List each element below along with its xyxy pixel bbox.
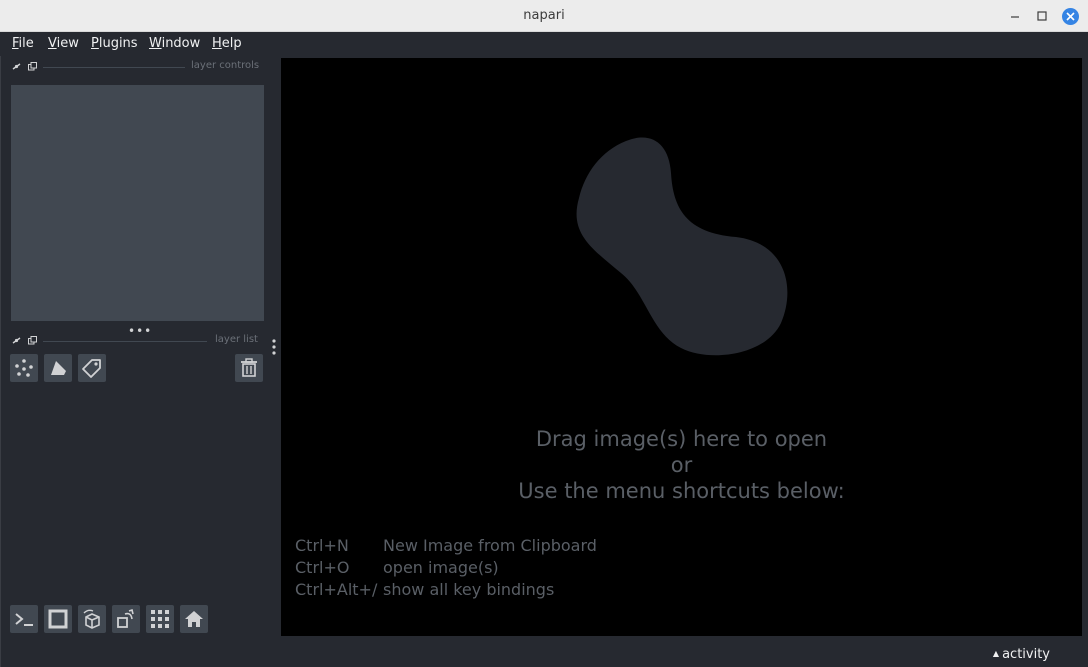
- welcome-line-3: Use the menu shortcuts below:: [518, 479, 845, 503]
- more-options-icon[interactable]: [272, 338, 276, 356]
- dock-close-icon[interactable]: [12, 62, 21, 71]
- menu-window[interactable]: Window: [149, 36, 200, 51]
- status-bar: ▲ activity: [0, 642, 1088, 667]
- minimize-button[interactable]: [1005, 6, 1025, 26]
- layer-list-label: layer list: [215, 334, 258, 345]
- transpose-button[interactable]: [112, 605, 140, 633]
- home-button[interactable]: [180, 605, 208, 633]
- menu-plugins[interactable]: Plugins: [91, 36, 138, 51]
- close-icon: [1065, 11, 1075, 21]
- console-button[interactable]: [10, 605, 38, 633]
- new-labels-icon: [82, 359, 101, 378]
- menu-file[interactable]: File: [12, 36, 34, 51]
- delete-layer-button[interactable]: [235, 354, 263, 382]
- new-points-button[interactable]: [10, 354, 38, 382]
- new-points-icon: [15, 359, 33, 377]
- layer-controls-label: layer controls: [191, 60, 260, 71]
- shortcut-key: Ctrl+O: [295, 558, 350, 577]
- shortcut-key: Ctrl+N: [295, 536, 349, 555]
- menu-view[interactable]: View: [48, 36, 79, 51]
- trash-icon: [241, 358, 257, 377]
- grid-button[interactable]: [146, 605, 174, 633]
- ndisplay-button[interactable]: [44, 605, 72, 633]
- welcome-line-2: or: [670, 453, 693, 477]
- maximize-button[interactable]: [1032, 6, 1052, 26]
- viewer-canvas[interactable]: Drag image(s) here to open or Use the me…: [281, 58, 1082, 636]
- menu-help[interactable]: Help: [212, 36, 242, 51]
- ndisplay-icon: [48, 609, 68, 629]
- activity-button[interactable]: ▲ activity: [993, 647, 1050, 662]
- new-shapes-button[interactable]: [44, 354, 72, 382]
- shortcut-key: Ctrl+Alt+/: [295, 580, 378, 599]
- shortcut-description: New Image from Clipboard: [383, 536, 597, 555]
- new-labels-button[interactable]: [78, 354, 106, 382]
- maximize-icon: [1037, 11, 1047, 21]
- minimize-icon: [1011, 16, 1019, 18]
- shortcut-description: show all key bindings: [383, 580, 555, 599]
- chevron-up-icon: ▲: [992, 649, 1000, 658]
- window-title: napari: [523, 8, 565, 23]
- window-titlebar: napari: [0, 0, 1088, 32]
- layer-list-header: layer list: [11, 334, 264, 348]
- layer-controls-panel: [11, 85, 264, 321]
- dock-float-icon[interactable]: [28, 336, 37, 345]
- console-icon: [15, 613, 33, 626]
- roll-dims-icon: [83, 609, 100, 629]
- grid-icon: [151, 610, 169, 628]
- new-shapes-icon: [51, 361, 66, 375]
- roll-dims-button[interactable]: [78, 605, 106, 633]
- layer-controls-header: layer controls: [11, 60, 264, 74]
- shortcut-description: open image(s): [383, 558, 499, 577]
- left-edge: [0, 56, 1, 667]
- transpose-icon: [117, 608, 134, 628]
- home-icon: [185, 611, 203, 627]
- napari-logo: [576, 137, 788, 356]
- activity-label: activity: [1002, 647, 1050, 662]
- welcome-line-1: Drag image(s) here to open: [535, 427, 828, 451]
- dock-close-icon[interactable]: [12, 336, 21, 345]
- close-button[interactable]: [1060, 6, 1080, 26]
- menubar: File View Plugins Window Help: [0, 32, 1088, 56]
- dock-float-icon[interactable]: [28, 62, 37, 71]
